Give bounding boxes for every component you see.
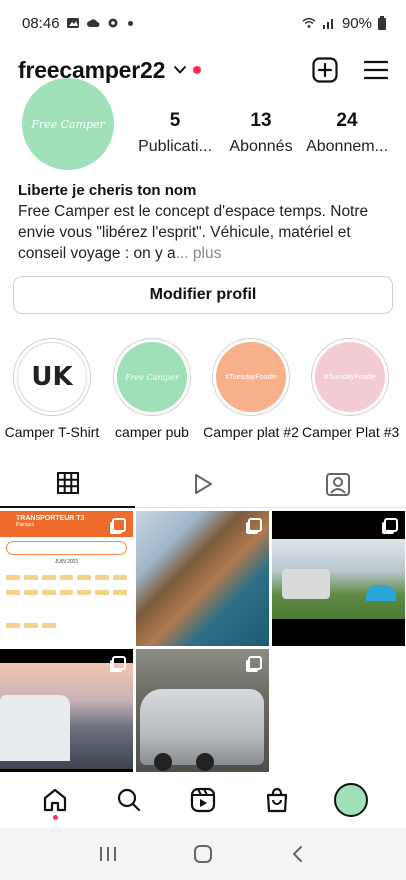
back-icon[interactable]	[288, 844, 308, 864]
highlight-cover-foodie: #TuesdayFoodie	[315, 342, 385, 412]
stat-following[interactable]: 24 Abonnem...	[302, 110, 392, 156]
highlight-cover-foodie: #TuesdayFoodie	[216, 342, 286, 412]
nav-profile[interactable]	[331, 780, 371, 820]
highlight-label: Camper plat #2	[203, 424, 299, 440]
username[interactable]: freecamper22	[18, 57, 165, 84]
carousel-icon	[248, 518, 262, 532]
wifi-icon	[302, 17, 316, 28]
van-shape	[282, 569, 330, 599]
wheel-shape	[196, 753, 214, 771]
post-thumbnail-van-sunset[interactable]	[0, 649, 133, 784]
van-shape	[0, 695, 70, 761]
stat-following-label: Abonnem...	[306, 138, 388, 155]
stat-followers-value: 13	[250, 110, 272, 131]
avatar-logo-text: Free Camper	[31, 117, 105, 131]
stat-posts-label: Publicati...	[138, 138, 212, 155]
highlight-ring: #TuesdayFoodie	[212, 338, 290, 416]
account-notification-dot	[193, 66, 202, 74]
carousel-icon	[384, 518, 398, 532]
header-actions	[312, 57, 388, 83]
nav-home[interactable]	[35, 780, 75, 820]
grid-icon	[56, 472, 79, 494]
highlight-ring: #TuesdayFoodie	[311, 338, 389, 416]
post-thumbnail-calendar[interactable]: TRANSPORTEUR T3 Paimpol JUIN 2021	[0, 511, 133, 646]
create-post-icon[interactable]	[312, 57, 338, 83]
stat-following-value: 24	[336, 110, 358, 131]
carousel-icon	[112, 518, 126, 532]
status-left: 08:46	[22, 15, 133, 32]
status-time: 08:46	[22, 14, 60, 32]
profile-avatar[interactable]: Free Camper	[22, 78, 114, 170]
status-bar: 08:46 90%	[0, 0, 406, 46]
tagged-person-icon	[326, 472, 351, 496]
stat-followers-label: Abonnés	[229, 138, 293, 155]
profile-tabs	[0, 460, 406, 508]
bottom-navigation	[0, 772, 406, 828]
post-calendar-month: JUIN 2021	[54, 559, 79, 565]
highlight-cover-freecamper: Free Camper	[117, 342, 187, 412]
carousel-icon	[112, 656, 126, 670]
highlight-ring: UK	[13, 338, 91, 416]
signal-icon	[322, 19, 333, 29]
highlight-camper-plat-3[interactable]: #TuesdayFoodie Camper Plat #3	[302, 338, 400, 440]
post-thumbnail-coast[interactable]	[136, 511, 269, 646]
bio-name: Liberte je cheris ton nom	[18, 182, 197, 199]
post-calendar-grid	[0, 568, 133, 628]
settings-icon	[108, 18, 118, 28]
battery-text: 90%	[341, 14, 372, 32]
menu-icon[interactable]	[364, 59, 388, 81]
tab-posts-grid[interactable]	[0, 460, 136, 508]
post-calendar-toolbar	[6, 541, 127, 555]
notification-dot	[127, 20, 133, 26]
nav-shop[interactable]	[257, 780, 297, 820]
nav-reels[interactable]	[183, 780, 223, 820]
search-icon	[117, 788, 141, 812]
cloud-icon	[86, 19, 100, 27]
system-navigation-bar	[0, 828, 406, 880]
chevron-down-icon[interactable]	[173, 63, 187, 77]
nav-home-dot	[52, 815, 58, 820]
highlight-camper-pub[interactable]: Free Camper camper pub	[104, 338, 200, 440]
reels-icon	[190, 787, 216, 813]
stat-posts-value: 5	[169, 110, 181, 131]
play-icon	[194, 473, 212, 494]
profile-summary: Free Camper 5 Publicati... 13 Abonnés 24…	[0, 78, 406, 178]
battery-icon	[378, 16, 386, 30]
recent-apps-icon[interactable]	[98, 844, 118, 864]
home-icon	[43, 788, 67, 812]
post-calendar-title: TRANSPORTEUR T3	[16, 515, 85, 522]
carousel-icon	[248, 656, 262, 670]
edit-profile-button[interactable]: Modifier profil	[13, 276, 393, 314]
highlight-camper-plat-2[interactable]: #TuesdayFoodie Camper plat #2	[203, 338, 299, 440]
highlight-label: camper pub	[115, 424, 189, 440]
bio-text-block: Free Camper est le concept d'espace temp…	[18, 201, 388, 264]
stat-posts[interactable]: 5 Publicati...	[130, 110, 220, 156]
profile-avatar-small	[334, 783, 368, 817]
highlight-label: Camper T-Shirt	[4, 424, 100, 440]
highlight-cover-uk: UK	[17, 342, 87, 412]
tab-reels[interactable]	[135, 460, 271, 508]
bio-more-link[interactable]: ... plus	[176, 245, 222, 262]
post-thumbnail-mercedes-van[interactable]	[136, 649, 269, 784]
highlight-camper-tshirt[interactable]: UK Camper T-Shirt	[4, 338, 100, 440]
shop-bag-icon	[266, 787, 288, 813]
profile-bio: Liberte je cheris ton nom Free Camper es…	[18, 180, 388, 264]
wheel-shape	[154, 753, 172, 771]
home-button-icon[interactable]	[193, 844, 213, 864]
status-right: 90%	[302, 15, 386, 32]
stat-followers[interactable]: 13 Abonnés	[216, 110, 306, 156]
post-thumbnail-camper-tent[interactable]	[272, 511, 405, 646]
nav-search[interactable]	[109, 780, 149, 820]
tent-shape	[366, 585, 396, 601]
highlight-ring: Free Camper	[113, 338, 191, 416]
story-highlights: UK Camper T-Shirt Free Camper camper pub…	[0, 338, 406, 448]
tab-tagged[interactable]	[270, 460, 406, 508]
gallery-icon	[66, 18, 79, 28]
highlight-label: Camper Plat #3	[302, 424, 400, 440]
